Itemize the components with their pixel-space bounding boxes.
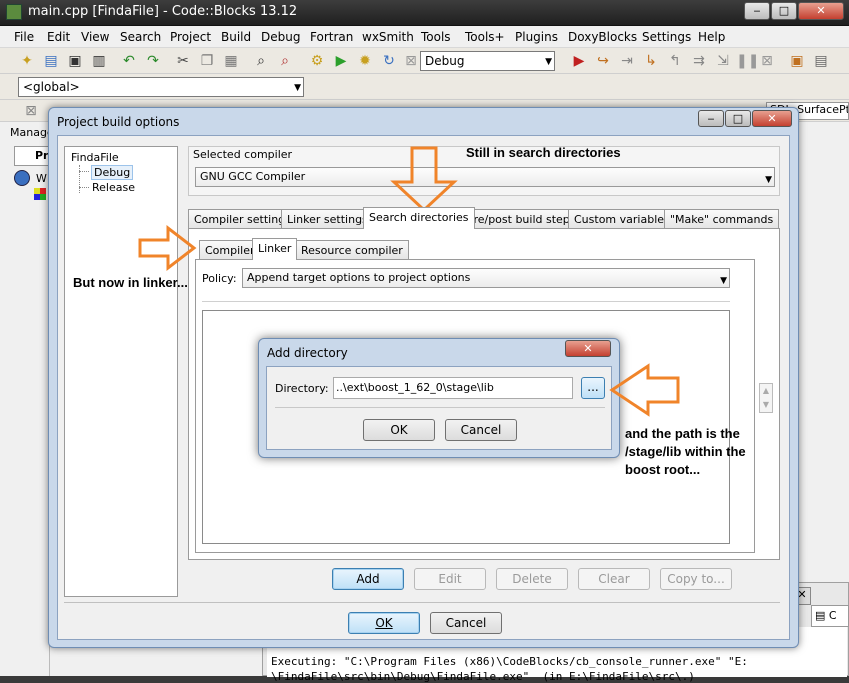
subtab-linker[interactable]: Linker xyxy=(252,238,298,260)
arrow-down-shape xyxy=(390,146,458,213)
annotation-left: But now in linker... xyxy=(73,275,188,290)
annotation-right-line-1: and the path is the xyxy=(625,426,740,441)
annotation-right-line-2: /stage/lib within the xyxy=(625,444,746,459)
arrow-right-shape xyxy=(138,224,197,272)
annotation-arrows xyxy=(138,146,680,417)
arrow-left-shape xyxy=(609,363,680,417)
tab-search-directories[interactable]: Search directories xyxy=(363,207,475,229)
annotation-top: Still in search directories xyxy=(466,145,621,160)
annotation-right-line-3: boost root... xyxy=(625,462,701,477)
